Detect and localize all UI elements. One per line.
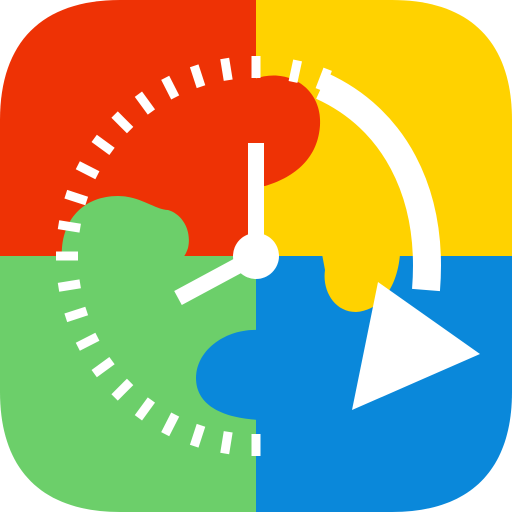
clock-center-pin (233, 233, 279, 279)
clock-tick-mark (57, 279, 81, 292)
puzzle-clock-app-icon (0, 0, 512, 512)
clock-tick-mark (57, 220, 81, 233)
clock-tick-mark (288, 59, 303, 83)
clock-tick-mark (220, 431, 233, 455)
clock-tick-mark (220, 57, 233, 81)
